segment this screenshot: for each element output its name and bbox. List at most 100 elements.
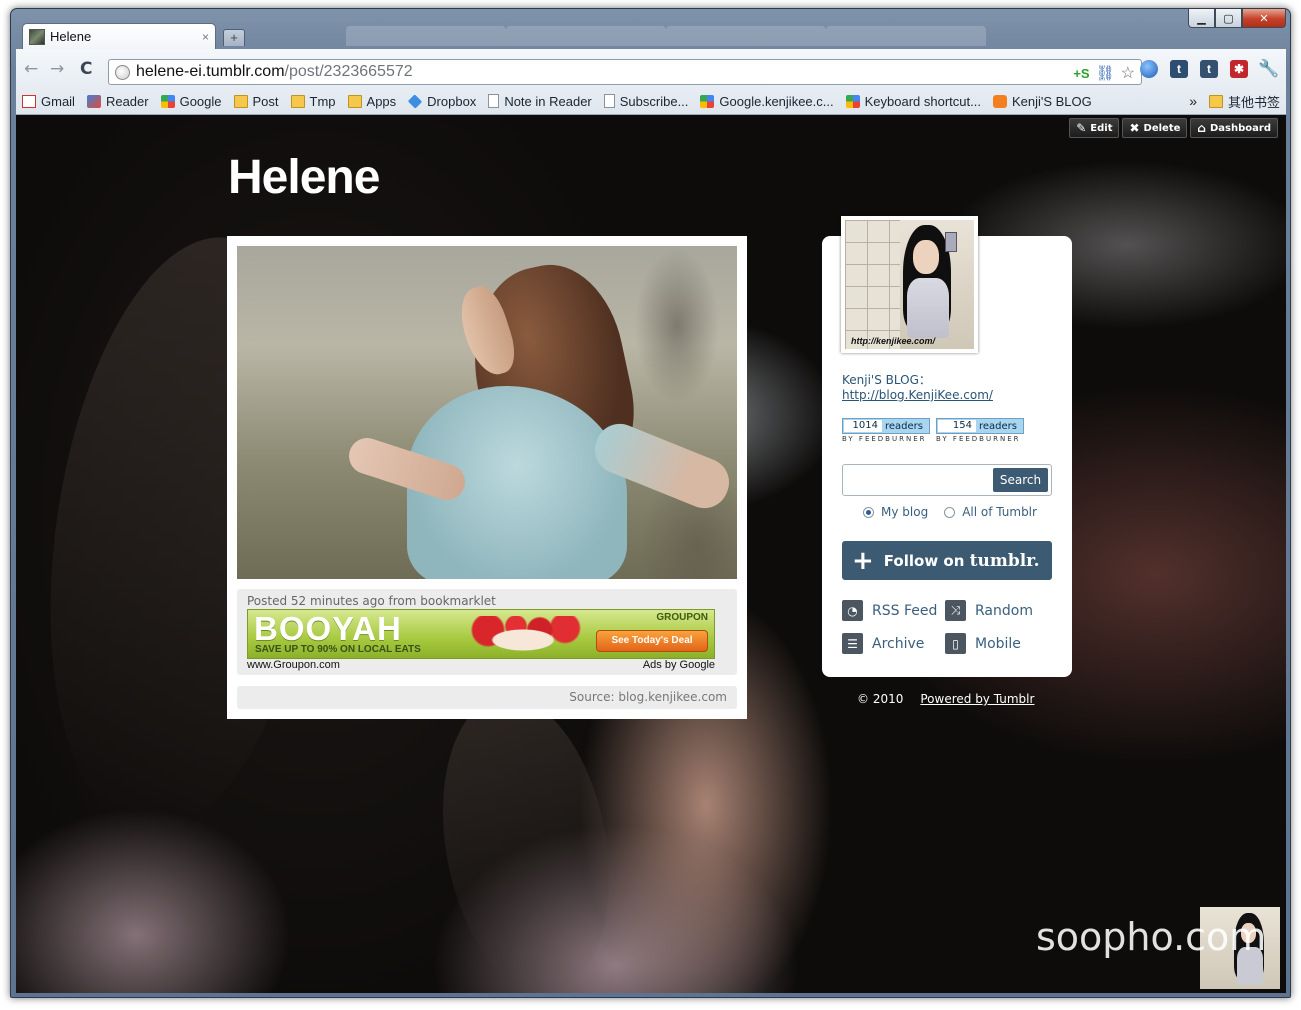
bookmark-folder-apps[interactable]: Apps — [347, 94, 396, 109]
blog-title[interactable]: Helene — [228, 150, 380, 205]
dashboard-button[interactable]: ⌂ Dashboard — [1190, 118, 1278, 138]
radio-selected-icon[interactable] — [863, 506, 874, 518]
photo-post: Posted 52 minutes ago from bookmarklet B… — [227, 236, 747, 719]
red-ext-icon[interactable]: ✱ — [1230, 60, 1248, 78]
ad-subheadline: SAVE UP TO 90% ON LOCAL EATS — [255, 644, 421, 655]
plus-s-icon[interactable]: +S — [1073, 66, 1089, 81]
avatar[interactable]: http://kenjikee.com/ — [841, 216, 978, 353]
radio-all-tumblr[interactable]: All of Tumblr — [944, 505, 1037, 519]
close-tab-icon[interactable]: × — [202, 30, 209, 44]
bookmark-subscribe[interactable]: Subscribe... — [603, 94, 688, 109]
x-icon: ✖ — [1129, 121, 1140, 135]
wrench-icon[interactable]: 🔧 — [1258, 59, 1279, 78]
delete-button[interactable]: ✖ Delete — [1122, 118, 1188, 138]
follow-on-tumblr-button[interactable]: + Follow on tumblr. — [842, 541, 1052, 580]
bookmark-kenji-blog[interactable]: Kenji'S BLOG — [992, 94, 1092, 109]
link-icon[interactable]: ⛓ — [1096, 64, 1115, 82]
background-tab[interactable] — [346, 26, 506, 46]
bookmark-note-in-reader[interactable]: Note in Reader — [488, 94, 592, 109]
omnibox-actions: +S ⛓ ☆ — [1073, 63, 1135, 83]
globe-icon[interactable] — [1140, 60, 1158, 78]
post-source[interactable]: Source: blog.kenjikee.com — [237, 686, 737, 709]
archive-link[interactable]: ☰ Archive — [842, 633, 945, 654]
ad-brand: GROUPON — [656, 612, 708, 623]
powered-by-tumblr-link[interactable]: Powered by Tumblr — [920, 692, 1034, 706]
feedburner-badge[interactable]: 1014 readers BY FEEDBURNER — [842, 418, 930, 443]
avatar-dress — [907, 278, 949, 338]
search-input[interactable]: Search — [842, 464, 1052, 496]
bookmark-google-kenjikee[interactable]: Google.kenjikee.c... — [700, 94, 834, 109]
reload-button[interactable]: C — [80, 59, 92, 79]
reader-label: readers — [885, 420, 923, 432]
search-button[interactable]: Search — [993, 468, 1048, 492]
post-photo[interactable] — [237, 246, 737, 579]
tab-helene[interactable]: Helene × — [22, 23, 216, 49]
background-hair-texture — [421, 683, 631, 993]
random-link[interactable]: ⤨ Random — [945, 600, 1055, 621]
page-viewport: ✎ Edit ✖ Delete ⌂ Dashboard Helene Posted 5… — [16, 115, 1286, 993]
extension-icons: t t ✱ 🔧 — [1140, 59, 1280, 78]
forward-button[interactable]: → — [50, 59, 64, 79]
page-info-icon[interactable] — [115, 64, 130, 80]
address-bar[interactable]: helene-ei.tumblr.com /post/2323665572 +S… — [108, 59, 1142, 85]
avatar-face — [913, 240, 939, 274]
bookmark-folder-post[interactable]: Post — [233, 94, 279, 109]
blog-description: Kenji'S BLOG： http://blog.KenjiKee.com/ — [842, 373, 993, 403]
feedburner-badge[interactable]: 154 readers BY FEEDBURNER — [936, 418, 1024, 443]
blog-link[interactable]: http://blog.KenjiKee.com/ — [842, 388, 993, 402]
maximize-button[interactable]: ▢ — [1215, 9, 1242, 28]
tumblr-count-icon[interactable]: t — [1170, 60, 1188, 78]
page-footer: © 2010 Powered by Tumblr — [857, 692, 1034, 706]
tumblr-icon[interactable]: t — [1200, 60, 1218, 78]
mobile-link[interactable]: ▯ Mobile — [945, 633, 1055, 654]
reader-count: 154 — [938, 420, 976, 432]
radio-unselected-icon[interactable] — [944, 506, 956, 518]
post-meta: Posted 52 minutes ago from bookmarklet B… — [237, 589, 737, 675]
shuffle-icon: ⤨ — [945, 600, 966, 621]
blogger-icon — [992, 94, 1007, 108]
radio-my-blog[interactable]: My blog — [863, 505, 928, 519]
groupon-ad-banner[interactable]: BOOYAH SAVE UP TO 90% ON LOCAL EATS GROU… — [247, 609, 715, 659]
post-timestamp[interactable]: Posted 52 minutes ago from bookmarklet — [247, 594, 727, 608]
folder-icon — [1208, 94, 1223, 108]
mobile-icon: ▯ — [945, 633, 966, 654]
folder-icon — [233, 94, 248, 108]
tumblr-admin-bar: ✎ Edit ✖ Delete ⌂ Dashboard — [1069, 118, 1278, 138]
pencil-icon: ✎ — [1076, 121, 1087, 135]
background-tab[interactable] — [826, 26, 986, 46]
bookmark-reader[interactable]: Reader — [86, 94, 149, 109]
bookmark-gmail[interactable]: Gmail — [22, 94, 75, 109]
minimize-button[interactable]: ▁ — [1188, 9, 1215, 28]
avatar-phone — [945, 232, 957, 252]
ad-cta-button[interactable]: See Today's Deal — [596, 630, 708, 652]
new-tab-button[interactable]: + — [223, 29, 245, 46]
page-icon — [603, 94, 615, 108]
tab-favicon-icon — [29, 28, 45, 45]
bookmark-star-icon[interactable]: ☆ — [1121, 63, 1135, 83]
other-bookmarks[interactable]: 其他书签 — [1208, 92, 1280, 111]
reader-icon — [86, 94, 101, 108]
gmail-icon — [22, 94, 36, 108]
description-text: Kenji'S BLOG： — [842, 373, 931, 387]
reader-label: readers — [979, 420, 1017, 432]
edit-button[interactable]: ✎ Edit — [1069, 118, 1120, 138]
back-button[interactable]: ← — [24, 59, 38, 79]
ads-by-google[interactable]: Ads by Google — [643, 659, 715, 671]
rss-feed-link[interactable]: ◔ RSS Feed — [842, 600, 945, 621]
bookmark-dropbox[interactable]: Dropbox — [408, 94, 476, 109]
close-window-button[interactable]: ✕ — [1242, 9, 1286, 28]
bookmark-folder-tmp[interactable]: Tmp — [290, 94, 336, 109]
archive-icon: ☰ — [842, 633, 863, 654]
bookmark-keyboard-shortcuts[interactable]: Keyboard shortcut... — [845, 94, 981, 109]
avatar-caption: http://kenjikee.com/ — [851, 336, 936, 346]
plus-icon: + — [852, 545, 874, 576]
bookmark-google[interactable]: Google — [160, 94, 222, 109]
avatar-wall-tiles — [845, 220, 900, 349]
tab-strip: Helene × + — [16, 23, 1016, 49]
dropbox-icon — [408, 93, 423, 109]
page-icon — [488, 94, 500, 108]
bookmarks-overflow-chevron-icon[interactable]: » — [1189, 93, 1197, 109]
ad-url[interactable]: www.Groupon.com — [247, 659, 340, 671]
background-tab[interactable] — [666, 26, 826, 46]
background-tab[interactable] — [506, 26, 666, 46]
